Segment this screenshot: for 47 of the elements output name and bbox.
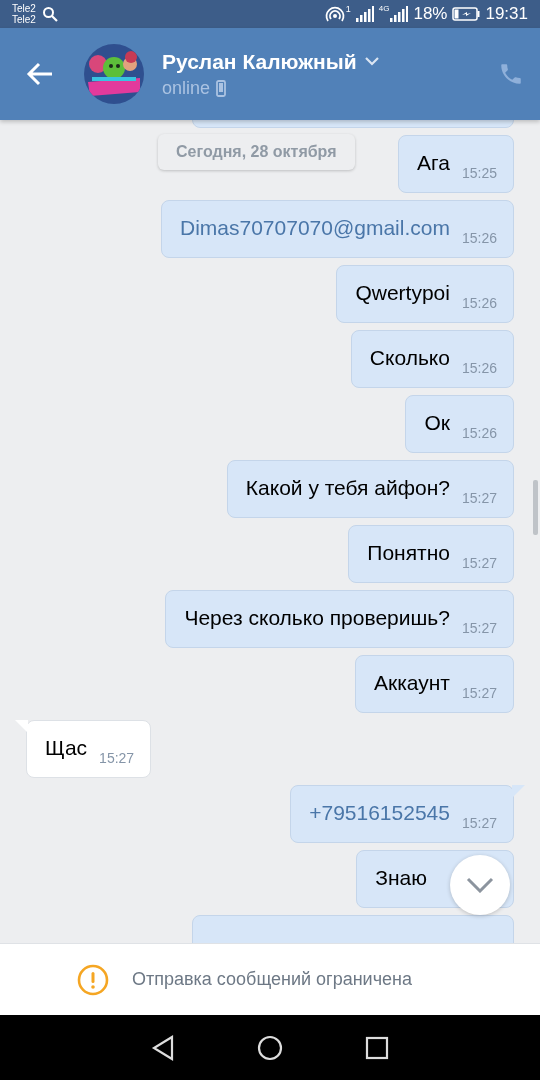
message-text: Аккаунт <box>373 670 450 696</box>
battery-percent: 18% <box>413 4 448 24</box>
scrollbar[interactable] <box>533 480 538 535</box>
message-time: 15:25 <box>461 165 497 181</box>
message-text: Ага <box>417 150 450 176</box>
message-time: 15:27 <box>461 555 497 571</box>
message-text: Какой у тебя айфон? <box>245 475 450 501</box>
hotspot-count: 1 <box>345 4 351 14</box>
message-time: 15:26 <box>461 360 497 376</box>
carrier-name: Tele2 <box>12 3 36 14</box>
message-time: 15:27 <box>461 490 497 506</box>
message-time: 15:27 <box>461 815 497 831</box>
message-time: 15:27 <box>461 685 497 701</box>
message-text: Сколько <box>369 345 450 371</box>
message-time: 15:27 <box>461 620 497 636</box>
mobile-phone-icon <box>216 79 227 97</box>
clock: 19:31 <box>485 4 528 24</box>
contact-name[interactable]: Руслан Калюжный <box>162 49 357 74</box>
carrier-name: Tele2 <box>12 14 36 25</box>
network-type: 4G <box>378 4 390 13</box>
message-text: Ок <box>424 410 450 436</box>
warning-icon <box>77 963 109 996</box>
chevron-down-icon[interactable] <box>364 57 379 66</box>
message-text: Знаю <box>375 865 427 891</box>
battery-charging-icon <box>452 7 481 21</box>
back-nav-icon[interactable] <box>151 1034 175 1061</box>
restriction-notice: Отправка сообщений ограничена <box>132 969 412 990</box>
search-icon <box>41 6 58 22</box>
chevron-down-icon <box>466 877 494 893</box>
online-status: online <box>162 77 211 99</box>
back-arrow-icon[interactable] <box>26 62 54 86</box>
message-time: 15:26 <box>461 230 497 246</box>
signal-icon <box>355 6 374 22</box>
message-time: 15:26 <box>461 295 497 311</box>
message-text: Через сколько проверишь? <box>184 605 450 631</box>
home-nav-icon[interactable] <box>257 1034 283 1061</box>
message-link[interactable]: Dimas70707070@gmail.com <box>180 215 450 246</box>
signal-icon <box>390 6 409 22</box>
message-text: Qwertypoi <box>355 280 450 306</box>
message-text: Щас <box>45 735 88 761</box>
recents-nav-icon[interactable] <box>365 1035 389 1060</box>
message-link[interactable]: +79516152545 <box>309 800 450 831</box>
hotspot-icon <box>324 6 345 22</box>
message-text: Понятно <box>367 540 450 566</box>
message-time: 15:26 <box>461 425 497 441</box>
message-time: 15:27 <box>99 750 135 766</box>
date-label: Сегодня, 28 октября <box>158 134 355 170</box>
